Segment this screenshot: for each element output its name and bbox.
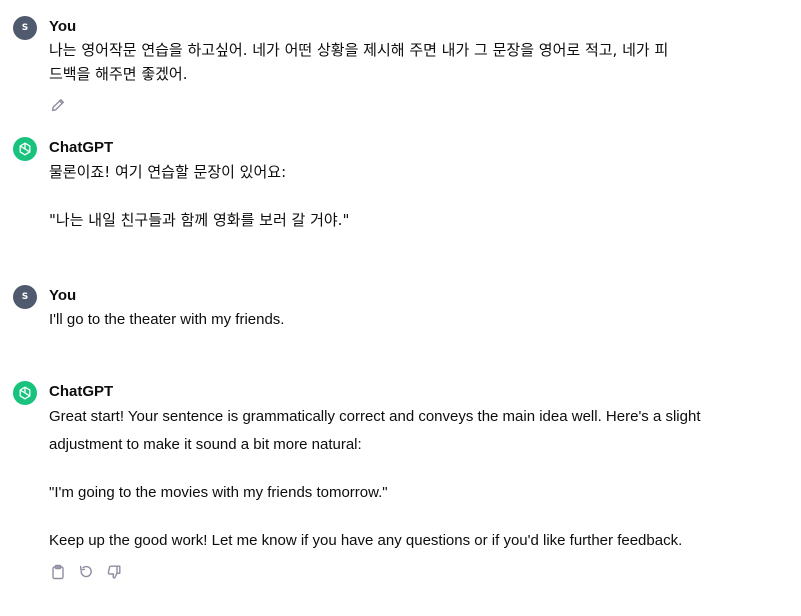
regenerate-button[interactable]	[77, 563, 95, 581]
refresh-icon	[79, 565, 92, 578]
message-line: Great start! Your sentence is grammatica…	[49, 408, 701, 425]
message-line	[49, 184, 749, 208]
message-author: ChatGPT	[49, 139, 114, 156]
user-avatar-letter: S	[21, 23, 29, 33]
message-assistant-1: ChatGPT 물론이죠! 여기 연습할 문장이 있어요: "나는 내일 친구들…	[0, 130, 801, 270]
message-line: 물론이죠! 여기 연습할 문장이 있어요:	[49, 163, 287, 181]
message-line: Keep up the good work! Let me know if yo…	[49, 532, 683, 549]
message-line: "I'm going to the movies with my friends…	[49, 484, 388, 501]
user-avatar: S	[13, 285, 37, 309]
edit-message-button[interactable]	[49, 96, 67, 114]
clipboard-icon	[52, 564, 64, 580]
message-text: I'll go to the theater with my friends.	[49, 308, 749, 332]
message-line: 드백을 해주면 좋겠어.	[49, 65, 188, 83]
message-text: 물론이죠! 여기 연습할 문장이 있어요: "나는 내일 친구들과 함께 영화를…	[49, 160, 749, 232]
message-line: 나는 영어작문 연습을 하고싶어. 네가 어떤 상황을 제시해 주면 내가 그 …	[49, 41, 669, 59]
pencil-icon	[51, 99, 64, 112]
thumbs-down-icon	[107, 565, 121, 579]
message-line: "나는 내일 친구들과 함께 영화를 보러 갈 거야."	[49, 211, 350, 229]
message-author: ChatGPT	[49, 383, 114, 400]
dislike-button[interactable]	[105, 563, 123, 581]
message-line: adjustment to make it sound a bit more n…	[49, 436, 362, 453]
user-avatar: S	[13, 16, 37, 40]
message-line	[49, 507, 749, 527]
message-author: You	[49, 18, 77, 35]
assistant-avatar	[13, 381, 37, 405]
message-line	[49, 459, 749, 479]
message-user-1: S You 나는 영어작문 연습을 하고싶어. 네가 어떤 상황을 제시해 주면…	[0, 0, 801, 120]
message-author: You	[49, 287, 77, 304]
openai-logo-icon	[19, 386, 31, 400]
user-avatar-letter: S	[21, 292, 29, 302]
message-user-2: S You I'll go to the theater with my fri…	[0, 280, 801, 340]
message-text: Great start! Your sentence is grammatica…	[49, 403, 749, 555]
assistant-avatar	[13, 137, 37, 161]
copy-button[interactable]	[49, 563, 67, 581]
openai-logo-icon	[19, 142, 31, 156]
message-line: I'll go to the theater with my friends.	[49, 311, 285, 328]
message-text: 나는 영어작문 연습을 하고싶어. 네가 어떤 상황을 제시해 주면 내가 그 …	[49, 38, 749, 86]
message-assistant-2: ChatGPT Great start! Your sentence is gr…	[0, 375, 801, 605]
